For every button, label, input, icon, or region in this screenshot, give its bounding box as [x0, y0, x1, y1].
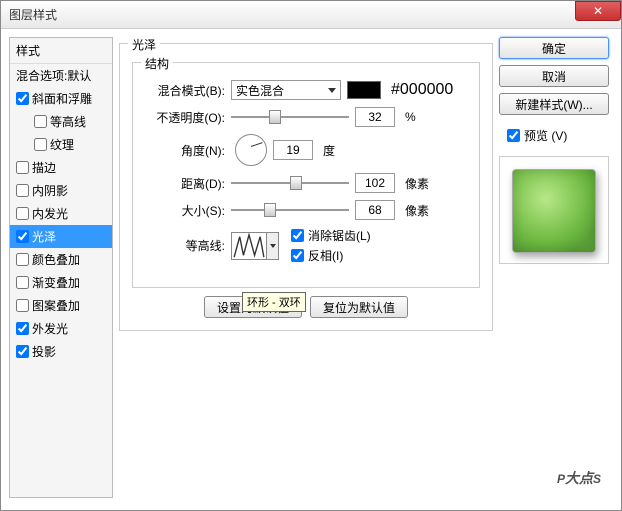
opacity-slider[interactable] [231, 108, 349, 126]
layer-style-dialog: 图层样式 ✕ 样式 混合选项:默认 斜面和浮雕等高线纹理描边内阴影内发光光泽颜色… [0, 0, 622, 511]
sidebar-item-label: 等高线 [50, 113, 86, 130]
antialias-checkbox[interactable]: 消除锯齿(L) [291, 227, 371, 244]
preview-panel [499, 156, 609, 264]
sidebar-item-8[interactable]: 渐变叠加 [10, 271, 112, 294]
sidebar-checkbox[interactable] [16, 322, 29, 335]
contour-dropdown[interactable] [267, 232, 279, 260]
titlebar[interactable]: 图层样式 ✕ [1, 1, 621, 29]
sidebar-blend-options[interactable]: 混合选项:默认 [10, 64, 112, 87]
contour-label: 等高线: [145, 237, 225, 254]
main-panel: 光泽 结构 混合模式(B): 实色混合 #000000 不透明度(O): [119, 37, 493, 498]
sidebar-item-7[interactable]: 颜色叠加 [10, 248, 112, 271]
angle-label: 角度(N): [145, 142, 225, 159]
close-button[interactable]: ✕ [575, 1, 621, 21]
sidebar-checkbox[interactable] [16, 92, 29, 105]
section-title: 结构 [141, 55, 173, 72]
sidebar-checkbox[interactable] [16, 276, 29, 289]
distance-input[interactable] [355, 173, 395, 193]
contour-preview[interactable] [231, 232, 267, 260]
invert-checkbox[interactable]: 反相(I) [291, 247, 371, 264]
sidebar-item-2[interactable]: 纹理 [10, 133, 112, 156]
window-title: 图层样式 [9, 6, 57, 23]
distance-unit: 像素 [405, 175, 429, 192]
sidebar-item-11[interactable]: 投影 [10, 340, 112, 363]
close-icon: ✕ [593, 4, 603, 18]
sidebar-item-label: 光泽 [32, 228, 56, 245]
sidebar-item-label: 内发光 [32, 205, 68, 222]
sidebar-checkbox[interactable] [16, 345, 29, 358]
sidebar-item-label: 内阴影 [32, 182, 68, 199]
opacity-label: 不透明度(O): [145, 109, 225, 126]
sidebar-checkbox[interactable] [16, 161, 29, 174]
styles-sidebar: 样式 混合选项:默认 斜面和浮雕等高线纹理描边内阴影内发光光泽颜色叠加渐变叠加图… [9, 37, 113, 498]
sidebar-checkbox[interactable] [16, 253, 29, 266]
color-swatch[interactable] [347, 81, 381, 99]
angle-dial[interactable] [235, 134, 267, 166]
sidebar-item-label: 纹理 [50, 136, 74, 153]
sidebar-item-label: 图案叠加 [32, 297, 80, 314]
contour-tooltip: 环形 - 双环 [242, 292, 306, 312]
sidebar-checkbox[interactable] [16, 299, 29, 312]
panel-title: 光泽 [128, 36, 160, 53]
sidebar-item-9[interactable]: 图案叠加 [10, 294, 112, 317]
sidebar-item-label: 颜色叠加 [32, 251, 80, 268]
preview-checkbox[interactable]: 预览 (V) [507, 127, 609, 144]
size-label: 大小(S): [145, 202, 225, 219]
preview-thumbnail [512, 169, 596, 253]
sidebar-checkbox[interactable] [34, 115, 47, 128]
sidebar-item-label: 投影 [32, 343, 56, 360]
new-style-button[interactable]: 新建样式(W)... [499, 93, 609, 115]
blend-mode-label: 混合模式(B): [145, 82, 225, 99]
angle-unit: 度 [323, 142, 335, 159]
sidebar-item-10[interactable]: 外发光 [10, 317, 112, 340]
sidebar-item-3[interactable]: 描边 [10, 156, 112, 179]
distance-slider[interactable] [231, 174, 349, 192]
sidebar-header: 样式 [10, 38, 112, 64]
sidebar-checkbox[interactable] [16, 184, 29, 197]
sidebar-item-1[interactable]: 等高线 [10, 110, 112, 133]
sidebar-checkbox[interactable] [16, 207, 29, 220]
cancel-button[interactable]: 取消 [499, 65, 609, 87]
right-column: 确定 取消 新建样式(W)... 预览 (V) [499, 37, 609, 498]
ok-button[interactable]: 确定 [499, 37, 609, 59]
sidebar-checkbox[interactable] [34, 138, 47, 151]
distance-label: 距离(D): [145, 175, 225, 192]
opacity-unit: % [405, 110, 416, 124]
angle-input[interactable] [273, 140, 313, 160]
sidebar-item-label: 描边 [32, 159, 56, 176]
size-slider[interactable] [231, 201, 349, 219]
sidebar-item-5[interactable]: 内发光 [10, 202, 112, 225]
blend-mode-select[interactable]: 实色混合 [231, 80, 341, 100]
sidebar-item-label: 斜面和浮雕 [32, 90, 92, 107]
reset-default-button[interactable]: 复位为默认值 [310, 296, 408, 318]
size-input[interactable] [355, 200, 395, 220]
color-hex: #000000 [391, 81, 453, 99]
sidebar-item-6[interactable]: 光泽 [10, 225, 112, 248]
opacity-input[interactable] [355, 107, 395, 127]
sidebar-item-label: 外发光 [32, 320, 68, 337]
sidebar-item-0[interactable]: 斜面和浮雕 [10, 87, 112, 110]
sidebar-item-4[interactable]: 内阴影 [10, 179, 112, 202]
sidebar-item-label: 渐变叠加 [32, 274, 80, 291]
size-unit: 像素 [405, 202, 429, 219]
sidebar-checkbox[interactable] [16, 230, 29, 243]
